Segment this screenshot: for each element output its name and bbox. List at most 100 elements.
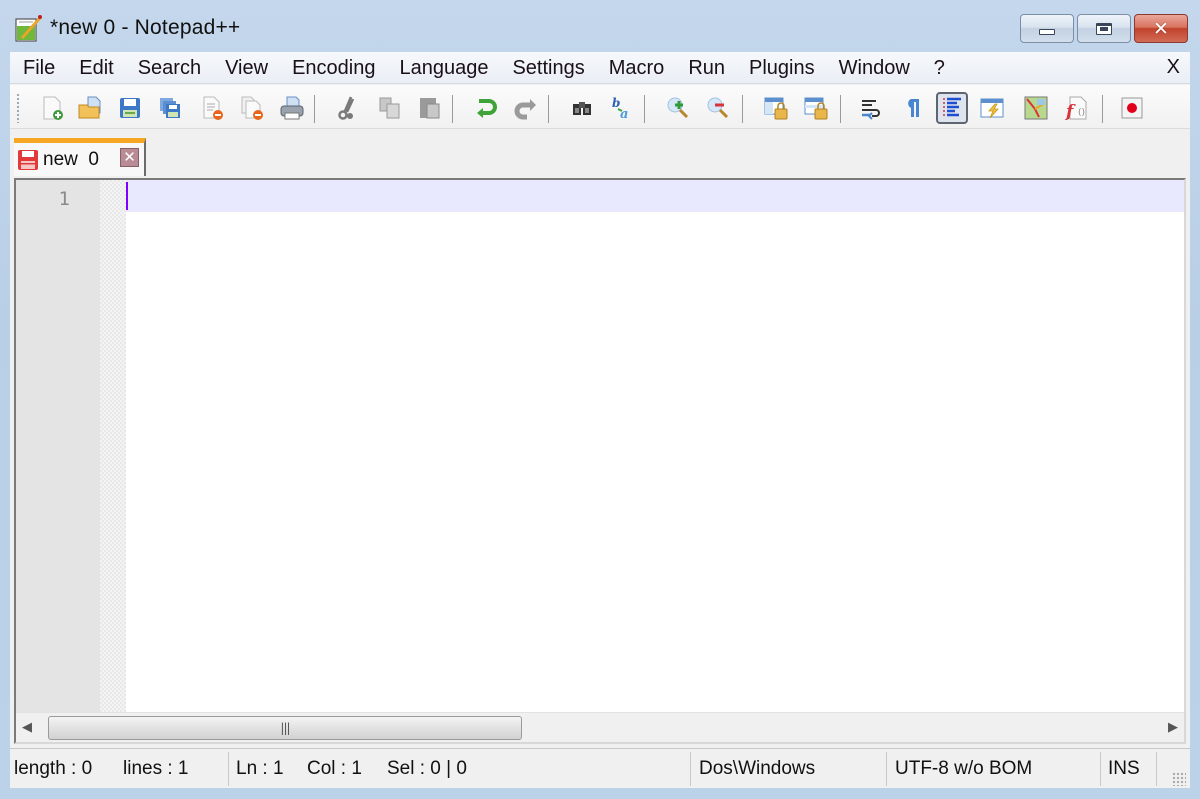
show-all-characters-button[interactable] [896,92,928,124]
record-icon [1121,97,1143,119]
fold-margin[interactable] [100,180,126,742]
indent-guide-icon [943,97,961,118]
toolbar-separator [840,95,841,123]
menu-file[interactable]: File [10,53,67,83]
line-number-margin: 1 [16,180,100,742]
macro-record-button[interactable] [1116,92,1148,124]
document-map-button[interactable] [1020,92,1052,124]
toolbar-separator [644,95,645,123]
toolbar-separator [314,95,315,123]
scroll-left-arrow-icon[interactable]: ◀ [22,719,32,735]
close-window-button[interactable]: ✕ [1134,14,1188,43]
scissors-icon [338,96,355,120]
menu-settings[interactable]: Settings [500,53,596,83]
text-editor[interactable]: 1 ◀ ||| ▶ [14,178,1186,744]
status-selection: Sel : 0 | 0 [387,758,467,779]
new-file-button[interactable] [36,92,68,124]
sync-vertical-scroll-button[interactable] [760,92,792,124]
close-all-button[interactable] [236,92,268,124]
status-insert-mode[interactable]: INS [1108,755,1140,785]
status-length: length : 0 [14,758,93,779]
menu-plugins[interactable]: Plugins [737,53,827,83]
minimize-button[interactable] [1020,14,1074,43]
scroll-right-arrow-icon[interactable]: ▶ [1168,719,1178,735]
user-defined-language-button[interactable] [976,92,1008,124]
toolbar-separator [452,95,453,123]
pilcrow-icon [908,99,919,117]
menu-edit[interactable]: Edit [67,53,125,83]
close-document-button[interactable]: X [1167,52,1180,82]
zoom-in-icon [667,97,689,119]
minimize-icon [1039,28,1055,35]
undo-button[interactable] [470,92,502,124]
horizontal-scrollbar-thumb[interactable]: ||| [48,716,522,740]
function-list-icon: f() [1065,96,1087,121]
status-divider [886,752,887,786]
menu-run[interactable]: Run [676,53,737,83]
line-number: 1 [58,188,70,210]
svg-text:(): () [1078,108,1085,118]
application-window: File Edit Search View Encoding Language … [10,52,1190,788]
status-divider [1100,752,1101,786]
paste-icon [420,98,440,119]
copy-icon [379,97,400,119]
menu-language[interactable]: Language [387,53,500,83]
zoom-out-icon [707,97,729,119]
tab-label: new 0 [43,149,99,170]
zoom-in-button[interactable] [662,92,694,124]
toolbar-grip[interactable] [16,93,20,123]
svg-text:a: a [620,107,628,121]
status-eol-format[interactable]: Dos\Windows [699,755,815,785]
word-wrap-button[interactable] [856,92,888,124]
status-divider [228,752,229,786]
status-column: Col : 1 [307,758,362,779]
current-line-highlight [126,180,1184,212]
status-line-number: Ln : 1 [236,758,284,779]
horizontal-scrollbar[interactable]: ◀ ||| ▶ [16,712,1184,742]
function-list-button[interactable]: f() [1060,92,1092,124]
open-folder-icon [78,96,101,119]
zoom-out-button[interactable] [702,92,734,124]
find-button[interactable] [566,92,598,124]
scroll-grip-icon: ||| [280,721,290,735]
status-bar: length : 0 lines : 1 Ln : 1 Col : 1 Sel … [10,748,1190,788]
save-all-icon [160,98,180,118]
toolbar-separator [548,95,549,123]
indent-guide-button[interactable] [936,92,968,124]
cut-button[interactable] [332,92,364,124]
text-caret [126,182,128,210]
menu-macro[interactable]: Macro [597,53,677,83]
menu-view[interactable]: View [213,53,280,83]
paste-button[interactable] [414,92,446,124]
menu-bar: File Edit Search View Encoding Language … [10,52,1190,84]
close-all-icon [241,96,263,120]
close-file-button[interactable] [196,92,228,124]
copy-button[interactable] [374,92,406,124]
status-divider [690,752,691,786]
title-bar: *new 0 - Notepad++ ✕ [0,0,1200,52]
replace-button[interactable]: ba [606,92,638,124]
maximize-button[interactable] [1077,14,1131,43]
open-file-button[interactable] [74,92,106,124]
word-wrap-icon [862,100,880,120]
new-file-icon [43,96,63,120]
save-all-button[interactable] [154,92,186,124]
print-button[interactable] [276,92,308,124]
sync-horizontal-icon [804,97,828,120]
redo-button[interactable] [510,92,542,124]
status-lines: lines : 1 [123,758,189,779]
tab-new-0[interactable]: new 0 ✕ [14,138,146,176]
sync-horizontal-scroll-button[interactable] [800,92,832,124]
menu-search[interactable]: Search [126,53,213,83]
save-button[interactable] [114,92,146,124]
menu-encoding[interactable]: Encoding [280,53,387,83]
status-encoding[interactable]: UTF-8 w/o BOM [895,755,1032,785]
resize-grip[interactable] [1172,772,1186,786]
window-title: *new 0 - Notepad++ [50,16,241,39]
unsaved-file-icon [18,150,38,170]
binoculars-icon [573,102,591,115]
notepad-plus-plus-app-icon [15,15,42,42]
menu-help[interactable]: ? [922,53,957,83]
menu-window[interactable]: Window [827,53,922,83]
tab-close-button[interactable]: ✕ [120,148,139,167]
